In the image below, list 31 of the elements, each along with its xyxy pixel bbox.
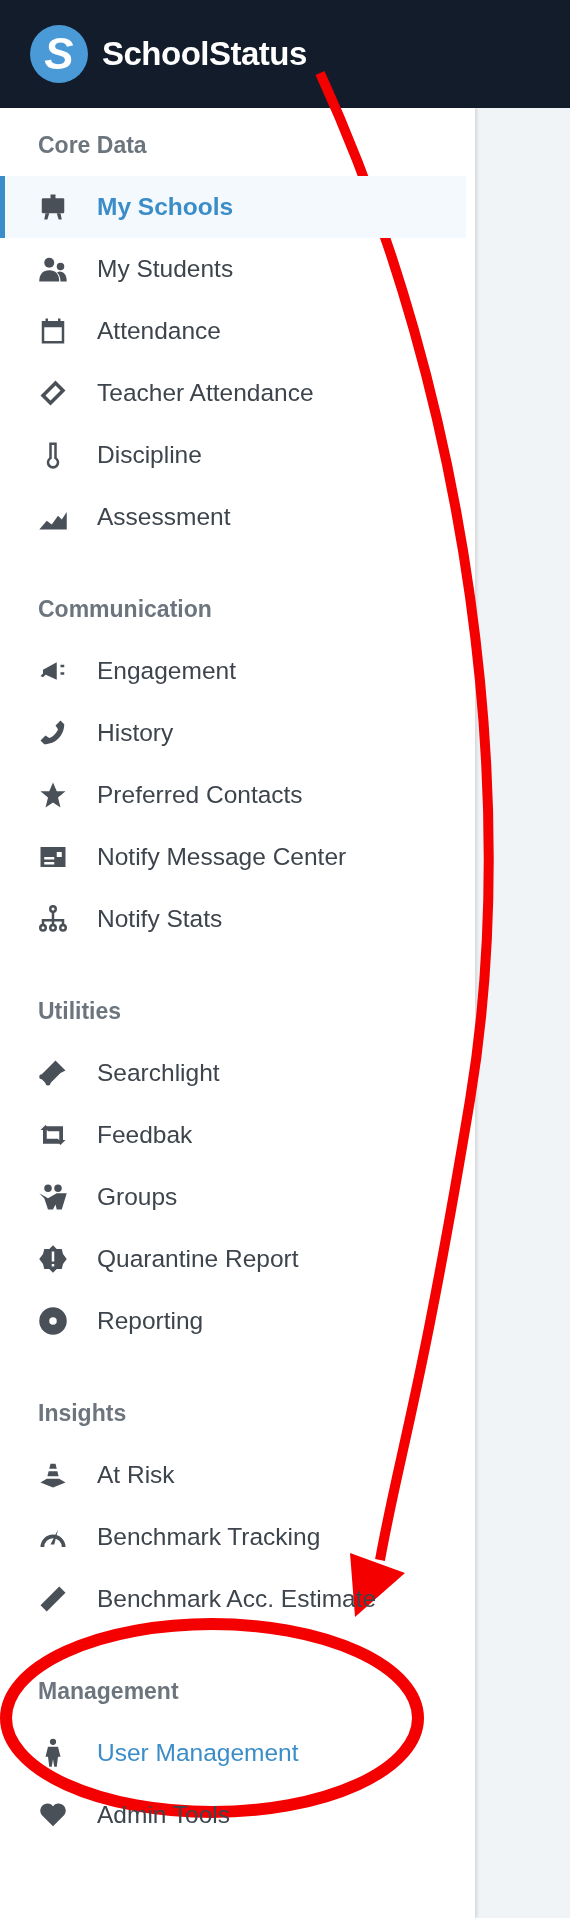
- sidebar-item[interactable]: Assessment: [0, 486, 466, 548]
- sidebar-item[interactable]: Feedbak: [0, 1104, 466, 1166]
- section-heading: Utilities: [38, 997, 122, 1025]
- sidebar-item[interactable]: At Risk: [0, 1444, 466, 1506]
- sidebar-item[interactable]: User Management: [0, 1722, 466, 1784]
- alert-badge-icon: [38, 1244, 68, 1274]
- record-icon: [38, 1306, 68, 1336]
- section-heading: Core Data: [38, 131, 147, 159]
- sidebar-item[interactable]: Engagement: [0, 640, 466, 702]
- sidebar-item[interactable]: Groups: [0, 1166, 466, 1228]
- logo: S: [30, 25, 88, 83]
- sidebar-item[interactable]: Benchmark Tracking: [0, 1506, 466, 1568]
- app-title: SchoolStatus: [102, 35, 307, 73]
- section-heading: Management: [38, 1677, 179, 1705]
- sidebar-item[interactable]: Reporting: [0, 1290, 466, 1352]
- sidebar-item[interactable]: Notify Stats: [0, 888, 466, 950]
- sitemap-icon: [38, 904, 68, 934]
- sidebar-item[interactable]: Teacher Attendance: [0, 362, 466, 424]
- sidebar-item[interactable]: Preferred Contacts: [0, 764, 466, 826]
- sidebar-item[interactable]: Discipline: [0, 424, 466, 486]
- section-heading: Insights: [38, 1399, 127, 1427]
- sidebar-item[interactable]: Searchlight: [0, 1042, 466, 1104]
- ticket-icon: [38, 378, 68, 408]
- sidebar-item[interactable]: Quarantine Report: [0, 1228, 466, 1290]
- sidebar-item[interactable]: Attendance: [0, 300, 466, 362]
- sidebar-item[interactable]: History: [0, 702, 466, 764]
- sidebar-item[interactable]: My Students: [0, 238, 466, 300]
- flashlight-icon: [38, 1058, 68, 1088]
- ruler-icon: [38, 1584, 68, 1614]
- sidebar-item[interactable]: Notify Message Center: [0, 826, 466, 888]
- section-heading: Communication: [38, 595, 212, 623]
